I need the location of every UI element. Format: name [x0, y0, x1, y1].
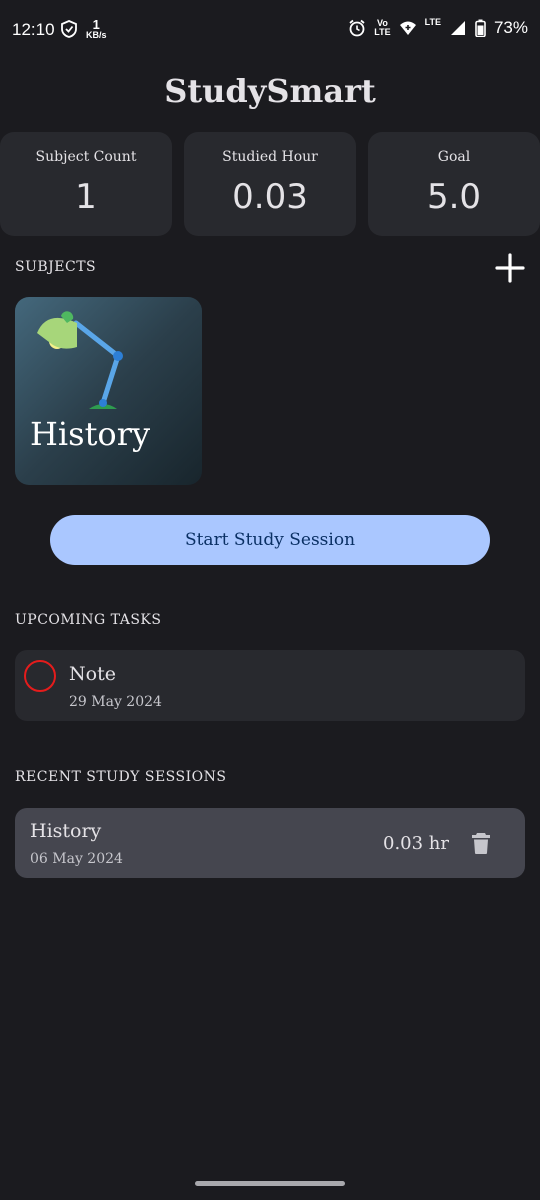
- session-subject: History: [30, 820, 102, 842]
- net-speed-unit: KB/s: [86, 30, 107, 40]
- stat-label: Goal: [437, 149, 471, 165]
- delete-icon[interactable]: [469, 831, 493, 855]
- status-bar: 12:10 1 KB/s Vo LTE LTE 73%: [0, 0, 540, 62]
- stat-label: Subject Count: [35, 149, 137, 165]
- battery-icon: [475, 19, 486, 37]
- subject-name: History: [30, 415, 151, 453]
- session-duration: 0.03 hr: [383, 833, 449, 854]
- desk-lamp-icon: [37, 311, 123, 409]
- battery-level: 73%: [493, 18, 528, 37]
- status-right: Vo LTE LTE 73%: [348, 18, 528, 38]
- alarm-icon: [349, 19, 365, 37]
- task-title: Note: [69, 663, 116, 685]
- lte-label: LTE: [424, 17, 441, 27]
- subjects-heading: SUBJECTS: [15, 259, 97, 275]
- recent-sessions-heading: RECENT STUDY SESSIONS: [15, 769, 227, 785]
- net-speed: 1 KB/s: [86, 18, 107, 40]
- stat-card-goal[interactable]: Goal 5.0: [368, 132, 540, 236]
- stat-value: 5.0: [426, 177, 482, 217]
- wifi-icon: [399, 21, 416, 35]
- session-date: 06 May 2024: [30, 851, 123, 867]
- status-time: 12:10: [12, 20, 55, 39]
- session-item: History 06 May 2024 0.03 hr: [15, 808, 525, 878]
- upcoming-tasks-heading: UPCOMING TASKS: [15, 612, 162, 628]
- stat-card-studied-hour: Studied Hour 0.03: [184, 132, 356, 236]
- volte-bottom: LTE: [374, 27, 391, 37]
- signal-icon: [450, 21, 465, 35]
- stat-label: Studied Hour: [222, 149, 318, 165]
- start-study-session-button[interactable]: Start Study Session: [50, 515, 490, 565]
- gesture-nav-handle[interactable]: [195, 1181, 345, 1186]
- shield-icon: [61, 20, 77, 38]
- volte-indicator: Vo LTE: [374, 19, 390, 37]
- stat-value: 0.03: [232, 177, 308, 217]
- task-complete-checkbox[interactable]: [24, 660, 56, 692]
- stat-value: 1: [75, 177, 97, 217]
- app-title: StudySmart: [164, 72, 376, 110]
- add-icon[interactable]: [494, 252, 526, 284]
- task-date: 29 May 2024: [69, 694, 162, 710]
- subject-card-history[interactable]: History: [15, 297, 202, 485]
- stat-card-subject-count: Subject Count 1: [0, 132, 172, 236]
- task-item[interactable]: Note 29 May 2024: [15, 650, 525, 721]
